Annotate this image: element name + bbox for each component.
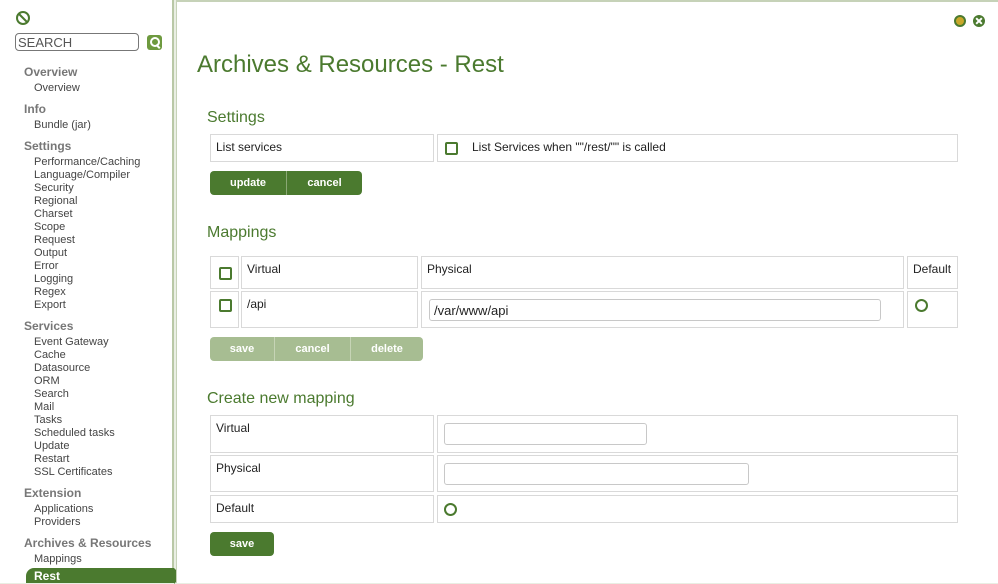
sidebar: Overview Overview Info Bundle (jar) Sett…	[0, 0, 182, 584]
nav-item-rest-active[interactable]: Rest	[26, 568, 182, 584]
mappings-header-select-cell	[210, 256, 239, 289]
search-icon[interactable]	[147, 35, 162, 50]
mapping-virtual-value: /api	[247, 297, 267, 311]
create-default-radio[interactable]	[444, 503, 457, 516]
nav-item-tasks[interactable]: Tasks	[34, 414, 62, 426]
create-save-button[interactable]: save	[210, 532, 274, 556]
main-content: Archives & Resources - Rest Settings Lis…	[176, 0, 998, 583]
nav-item-security[interactable]: Security	[34, 182, 74, 194]
create-physical-label: Physical	[216, 461, 261, 475]
mappings-button-group: save cancel delete	[210, 337, 423, 361]
list-services-checkbox[interactable]	[445, 142, 458, 155]
create-virtual-input-cell	[437, 415, 958, 453]
page-title: Archives & Resources - Rest	[197, 51, 504, 78]
mapping-row-select-cell	[210, 291, 239, 328]
create-virtual-input[interactable]	[444, 423, 647, 445]
nav-item-performance[interactable]: Performance/Caching	[34, 156, 140, 168]
nav-item-scheduled-tasks[interactable]: Scheduled tasks	[34, 427, 115, 439]
create-button-group: save	[210, 532, 274, 556]
nav-item-applications[interactable]: Applications	[34, 503, 93, 515]
list-services-label-cell: List services	[210, 134, 434, 162]
update-button[interactable]: update	[210, 171, 287, 195]
nav-item-restart[interactable]: Restart	[34, 453, 69, 465]
nav-section-extension: Extension	[24, 486, 82, 500]
create-mapping-heading: Create new mapping	[207, 390, 355, 407]
nav-item-mail[interactable]: Mail	[34, 401, 54, 413]
favorite-star-icon[interactable]	[954, 15, 966, 27]
mappings-header-default: Default	[907, 256, 958, 289]
create-physical-input-cell	[437, 455, 958, 492]
nav-item-bundle[interactable]: Bundle (jar)	[34, 119, 91, 131]
mapping-row-virtual: /api	[241, 291, 418, 328]
nav-item-datasource[interactable]: Datasource	[34, 362, 90, 374]
nav-item-update[interactable]: Update	[34, 440, 69, 452]
column-virtual-label: Virtual	[247, 262, 281, 276]
create-virtual-label-cell: Virtual	[210, 415, 434, 453]
create-default-label-cell: Default	[210, 495, 434, 523]
nav-section-overview: Overview	[24, 65, 78, 79]
mappings-header-physical: Physical	[421, 256, 904, 289]
nav-item-error[interactable]: Error	[34, 260, 58, 272]
settings-cancel-button[interactable]: cancel	[287, 171, 362, 195]
create-physical-label-cell: Physical	[210, 455, 434, 492]
mappings-cancel-button[interactable]: cancel	[275, 337, 351, 361]
logo-icon[interactable]	[16, 11, 30, 25]
mapping-row-default	[907, 291, 958, 328]
select-all-checkbox[interactable]	[219, 267, 232, 280]
nav-item-scope[interactable]: Scope	[34, 221, 65, 233]
nav-item-regex[interactable]: Regex	[34, 286, 66, 298]
nav-item-regional[interactable]: Regional	[34, 195, 77, 207]
create-physical-input[interactable]	[444, 463, 749, 485]
nav-item-ssl-certificates[interactable]: SSL Certificates	[34, 466, 112, 478]
mapping-row-checkbox[interactable]	[219, 299, 232, 312]
mapping-physical-input[interactable]	[429, 299, 881, 321]
nav-item-mappings[interactable]: Mappings	[34, 553, 82, 565]
nav-item-overview[interactable]: Overview	[34, 82, 80, 94]
nav-item-request[interactable]: Request	[34, 234, 75, 246]
settings-button-group: update cancel	[210, 171, 362, 195]
settings-heading: Settings	[207, 109, 265, 126]
nav-item-orm[interactable]: ORM	[34, 375, 60, 387]
create-default-radio-cell	[437, 495, 958, 523]
mapping-default-radio[interactable]	[915, 299, 928, 312]
list-services-label: List services	[216, 140, 283, 154]
nav-section-info: Info	[24, 102, 46, 116]
create-virtual-label: Virtual	[216, 421, 250, 435]
nav-item-search[interactable]: Search	[34, 388, 69, 400]
nav-item-logging[interactable]: Logging	[34, 273, 73, 285]
mappings-heading: Mappings	[207, 224, 277, 241]
nav-item-providers[interactable]: Providers	[34, 516, 80, 528]
mappings-delete-button[interactable]: delete	[351, 337, 423, 361]
nav-section-settings: Settings	[24, 139, 72, 153]
column-default-label: Default	[913, 262, 952, 276]
nav-item-charset[interactable]: Charset	[34, 208, 73, 220]
mappings-header-virtual: Virtual	[241, 256, 418, 289]
list-services-description: List Services when ""/rest/"" is called	[472, 140, 666, 154]
nav-section-archives: Archives & Resources	[24, 536, 152, 550]
nav-item-rest-label: Rest	[34, 569, 61, 583]
nav-item-cache[interactable]: Cache	[34, 349, 66, 361]
list-services-value-cell: List Services when ""/rest/"" is called	[437, 134, 958, 162]
nav-item-event-gateway[interactable]: Event Gateway	[34, 336, 109, 348]
nav-item-output[interactable]: Output	[34, 247, 67, 259]
nav-item-export[interactable]: Export	[34, 299, 66, 311]
mapping-row-physical	[421, 291, 904, 328]
column-physical-label: Physical	[427, 262, 472, 276]
nav-item-language[interactable]: Language/Compiler	[34, 169, 130, 181]
search-input[interactable]	[15, 33, 139, 51]
close-icon[interactable]	[973, 15, 985, 27]
mappings-save-button[interactable]: save	[210, 337, 275, 361]
create-default-label: Default	[216, 501, 255, 515]
nav-section-services: Services	[24, 319, 74, 333]
